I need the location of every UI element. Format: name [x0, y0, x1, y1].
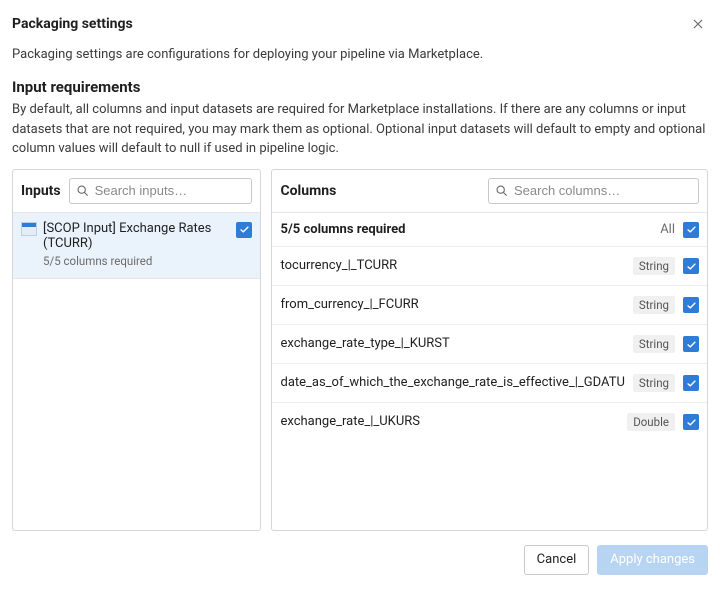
columns-panel-header: Columns: [272, 170, 707, 212]
packaging-settings-dialog: Packaging settings Packaging settings ar…: [0, 0, 720, 591]
columns-all-label: All: [660, 222, 675, 237]
cancel-button[interactable]: Cancel: [524, 545, 590, 575]
input-item-subtitle: 5/5 columns required: [43, 254, 230, 268]
inputs-list: [SCOP Input] Exchange Rates (TCURR) 5/5 …: [13, 212, 260, 530]
column-row: exchange_rate_|_UKURS Double: [272, 402, 707, 441]
column-name: exchange_rate_|_UKURS: [280, 414, 619, 429]
dialog-header: Packaging settings: [12, 12, 708, 42]
apply-changes-button[interactable]: Apply changes: [597, 545, 708, 575]
column-type-badge: String: [633, 374, 675, 392]
input-item-name: [SCOP Input] Exchange Rates (TCURR): [43, 221, 230, 252]
columns-list: 5/5 columns required All tocurrency_|_TC…: [272, 212, 707, 530]
inputs-panel-header: Inputs: [13, 170, 260, 212]
column-checkbox[interactable]: [683, 375, 699, 391]
search-icon: [76, 184, 89, 197]
column-checkbox[interactable]: [683, 414, 699, 430]
dialog-title: Packaging settings: [12, 16, 133, 32]
section-title: Input requirements: [12, 78, 708, 100]
columns-summary: 5/5 columns required: [280, 222, 405, 237]
column-name: from_currency_|_FCURR: [280, 297, 624, 312]
column-row: tocurrency_|_TCURR String: [272, 246, 707, 285]
column-checkbox[interactable]: [683, 258, 699, 274]
search-icon: [495, 184, 508, 197]
column-row: from_currency_|_FCURR String: [272, 285, 707, 324]
column-name: date_as_of_which_the_exchange_rate_is_ef…: [280, 375, 624, 390]
close-icon[interactable]: [688, 14, 708, 34]
dialog-footer: Cancel Apply changes: [12, 531, 708, 575]
column-name: exchange_rate_type_|_KURST: [280, 336, 624, 351]
column-type-badge: Double: [627, 413, 675, 431]
input-item-checkbox[interactable]: [236, 222, 252, 238]
panels: Inputs [SCOP Input] Exchange Rates (TCUR…: [12, 169, 708, 531]
inputs-search-input[interactable]: [93, 182, 246, 199]
column-type-badge: String: [633, 335, 675, 353]
columns-search[interactable]: [488, 178, 699, 204]
columns-panel-title: Columns: [280, 183, 336, 199]
column-checkbox[interactable]: [683, 297, 699, 313]
columns-summary-row: 5/5 columns required All: [272, 213, 707, 246]
column-checkbox[interactable]: [683, 336, 699, 352]
input-item-text: [SCOP Input] Exchange Rates (TCURR) 5/5 …: [43, 221, 230, 268]
column-row: date_as_of_which_the_exchange_rate_is_ef…: [272, 363, 707, 402]
columns-all-checkbox[interactable]: [683, 222, 699, 238]
columns-search-input[interactable]: [512, 182, 692, 199]
column-row: exchange_rate_type_|_KURST String: [272, 324, 707, 363]
column-name: tocurrency_|_TCURR: [280, 258, 624, 273]
inputs-panel: Inputs [SCOP Input] Exchange Rates (TCUR…: [12, 169, 261, 531]
column-type-badge: String: [633, 296, 675, 314]
inputs-search[interactable]: [69, 178, 253, 204]
column-type-badge: String: [633, 257, 675, 275]
input-item[interactable]: [SCOP Input] Exchange Rates (TCURR) 5/5 …: [13, 213, 260, 279]
inputs-panel-title: Inputs: [21, 183, 61, 199]
dialog-description: Packaging settings are configurations fo…: [12, 42, 708, 78]
columns-panel: Columns 5/5 columns required All: [271, 169, 708, 531]
dataset-icon: [21, 222, 37, 236]
section-description: By default, all columns and input datase…: [12, 100, 708, 169]
